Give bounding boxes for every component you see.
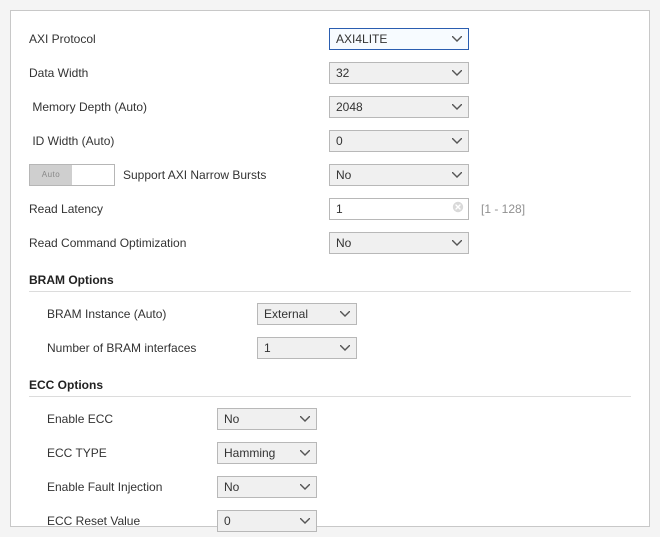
toggle-auto-narrow-bursts[interactable]: Auto <box>29 164 115 186</box>
select-id-width[interactable]: 0 <box>329 130 469 152</box>
select-bram-instance[interactable]: External <box>257 303 357 325</box>
chevron-down-icon <box>452 240 462 246</box>
select-ecc-enable[interactable]: No <box>217 408 317 430</box>
row-data-width: Data Width 32 <box>29 61 631 85</box>
label-axi-protocol: AXI Protocol <box>29 32 329 46</box>
chevron-down-icon <box>300 450 310 456</box>
chevron-down-icon <box>340 345 350 351</box>
select-read-cmd-opt-value: No <box>336 236 351 250</box>
divider <box>29 396 631 397</box>
select-ecc-type[interactable]: Hamming <box>217 442 317 464</box>
select-bram-num-if-value: 1 <box>264 341 271 355</box>
select-ecc-type-value: Hamming <box>224 446 275 460</box>
select-narrow-bursts[interactable]: No <box>329 164 469 186</box>
chevron-down-icon <box>452 70 462 76</box>
select-ecc-fault[interactable]: No <box>217 476 317 498</box>
input-read-latency-value: 1 <box>336 202 343 216</box>
select-memory-depth-value: 2048 <box>336 100 363 114</box>
section-title-ecc: ECC Options <box>29 378 631 392</box>
label-ecc-fault: Enable Fault Injection <box>47 480 217 494</box>
row-read-cmd-opt: Read Command Optimization No <box>29 231 631 255</box>
label-ecc-type: ECC TYPE <box>47 446 217 460</box>
select-read-cmd-opt[interactable]: No <box>329 232 469 254</box>
row-axi-protocol: AXI Protocol AXI4LITE <box>29 27 631 51</box>
label-ecc-enable: Enable ECC <box>47 412 217 426</box>
divider <box>29 291 631 292</box>
row-ecc-type: ECC TYPE Hamming <box>47 441 631 465</box>
select-data-width[interactable]: 32 <box>329 62 469 84</box>
chevron-down-icon <box>452 172 462 178</box>
row-ecc-reset: ECC Reset Value 0 <box>47 509 631 533</box>
label-bram-instance: BRAM Instance (Auto) <box>47 307 257 321</box>
input-read-latency[interactable]: 1 <box>329 198 469 220</box>
select-ecc-reset[interactable]: 0 <box>217 510 317 532</box>
chevron-down-icon <box>452 36 462 42</box>
chevron-down-icon <box>300 484 310 490</box>
row-memory-depth: Memory Depth (Auto) 2048 <box>29 95 631 119</box>
row-ecc-fault: Enable Fault Injection No <box>47 475 631 499</box>
chevron-down-icon <box>452 104 462 110</box>
row-bram-num-if: Number of BRAM interfaces 1 <box>47 336 631 360</box>
select-id-width-value: 0 <box>336 134 343 148</box>
label-id-width: ID Width (Auto) <box>29 134 329 148</box>
label-ecc-reset: ECC Reset Value <box>47 514 217 528</box>
row-bram-instance: BRAM Instance (Auto) External <box>47 302 631 326</box>
select-ecc-reset-value: 0 <box>224 514 231 528</box>
select-bram-instance-value: External <box>264 307 308 321</box>
label-data-width: Data Width <box>29 66 329 80</box>
select-data-width-value: 32 <box>336 66 349 80</box>
chevron-down-icon <box>340 311 350 317</box>
select-ecc-enable-value: No <box>224 412 239 426</box>
label-narrow-bursts: Support AXI Narrow Bursts <box>123 168 266 182</box>
row-id-width: ID Width (Auto) 0 <box>29 129 631 153</box>
select-bram-num-if[interactable]: 1 <box>257 337 357 359</box>
select-axi-protocol[interactable]: AXI4LITE <box>329 28 469 50</box>
toggle-knob: Auto <box>30 165 72 185</box>
chevron-down-icon <box>300 416 310 422</box>
row-read-latency: Read Latency 1 [1 - 128] <box>29 197 631 221</box>
select-ecc-fault-value: No <box>224 480 239 494</box>
section-title-bram: BRAM Options <box>29 273 631 287</box>
label-memory-depth: Memory Depth (Auto) <box>29 100 329 114</box>
clear-icon[interactable] <box>452 199 464 219</box>
hint-read-latency: [1 - 128] <box>469 202 631 216</box>
label-read-cmd-opt: Read Command Optimization <box>29 236 329 250</box>
label-bram-num-if: Number of BRAM interfaces <box>47 341 257 355</box>
select-memory-depth[interactable]: 2048 <box>329 96 469 118</box>
select-axi-protocol-value: AXI4LITE <box>336 32 387 46</box>
row-narrow-bursts: Auto Support AXI Narrow Bursts No <box>29 163 631 187</box>
config-panel: AXI Protocol AXI4LITE Data Width 32 <box>10 10 650 527</box>
select-narrow-bursts-value: No <box>336 168 351 182</box>
row-ecc-enable: Enable ECC No <box>47 407 631 431</box>
chevron-down-icon <box>300 518 310 524</box>
chevron-down-icon <box>452 138 462 144</box>
label-read-latency: Read Latency <box>29 202 329 216</box>
